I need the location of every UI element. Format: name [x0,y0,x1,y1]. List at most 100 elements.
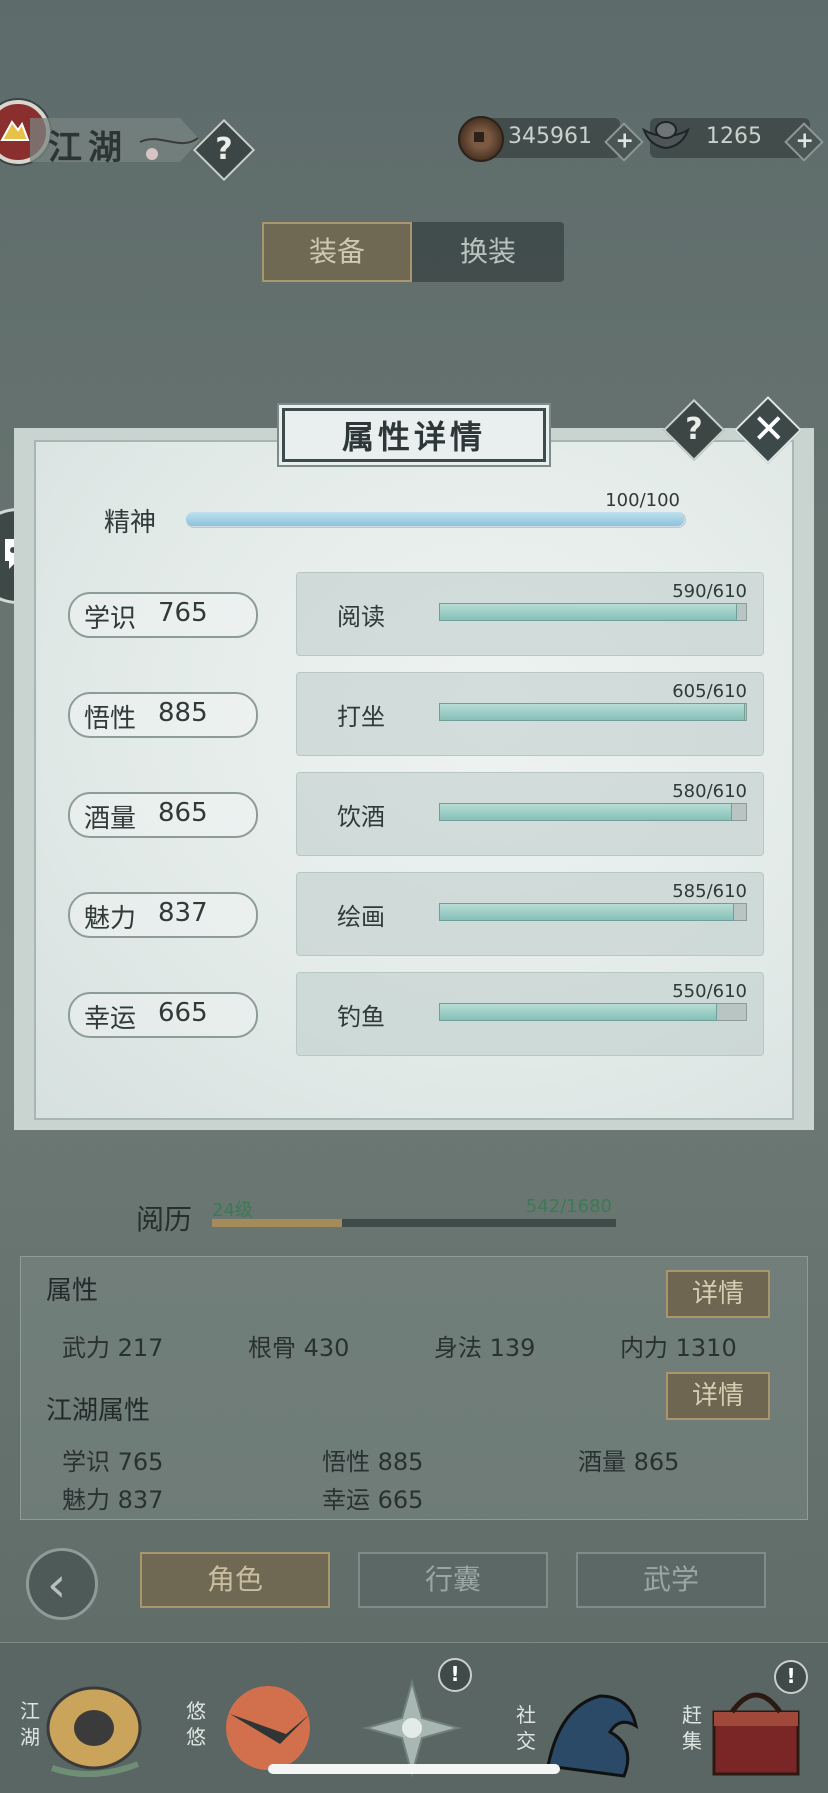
stat-value: 1310 [675,1334,737,1362]
plus-icon: + [795,128,814,154]
attribute-name: 酒量 [84,804,137,834]
experience-bar-fill [212,1219,342,1227]
stat-value: 665 [377,1486,424,1514]
plus-icon: + [615,128,634,154]
activity-bar-fill [439,603,737,621]
stat-label: 酒量 [578,1448,626,1476]
attribute-pill: 悟性 885 [68,692,258,738]
nav-market-label: 赶集 [682,1703,702,1753]
help-button[interactable]: ? [192,118,256,182]
activity-name: 绘画 [337,903,385,931]
activity-panel: 绘画 585/610 [296,872,764,956]
tab-bag[interactable]: 行囊 [358,1552,548,1608]
activity-name: 饮酒 [337,803,385,831]
home-indicator[interactable] [268,1764,560,1774]
activity-progress-text: 590/610 [672,581,747,602]
spirit-value: 100/100 [605,490,680,511]
stat-label: 身法 [434,1334,482,1362]
spirit-label: 精神 [104,508,157,538]
nav-social-label: 社交 [516,1703,536,1753]
attribute-value: 837 [158,898,208,928]
jianghu-stat-item: 幸运 665 [322,1480,423,1515]
question-icon: ? [215,132,233,167]
stat-label: 魅力 [62,1486,110,1514]
stat-label: 幸运 [322,1486,370,1514]
jianghu-stat-item: 学识 765 [62,1442,163,1477]
activity-bar-fill [439,1003,717,1021]
silver-ingot-icon [642,121,690,150]
stat-value: 430 [303,1334,350,1362]
stat-value: 865 [633,1448,680,1476]
nav-center-badge: ! [438,1658,472,1692]
activity-panel: 阅读 590/610 [296,572,764,656]
attribute-name: 学识 [84,604,137,634]
page-title: 江湖 [48,128,128,168]
attribute-pill: 学识 765 [68,592,258,638]
stat-value: 765 [117,1448,164,1476]
experience-value: 542/1680 [525,1196,612,1217]
attribute-value: 885 [158,698,208,728]
stat-value: 139 [489,1334,536,1362]
attribute-pill: 幸运 665 [68,992,258,1038]
nav-jianghu[interactable]: 江湖 [12,1652,152,1792]
activity-panel: 饮酒 580/610 [296,772,764,856]
silver-amount: 1265 [706,124,762,149]
attribute-name: 魅力 [84,904,137,934]
stat-item: 武力 217 [62,1328,163,1363]
activity-bar-fill [439,703,745,721]
copper-coin-icon [458,116,504,162]
stat-item: 身法 139 [434,1328,535,1363]
attribute-pill: 酒量 865 [68,792,258,838]
activity-progress-text: 580/610 [672,781,747,802]
stat-label: 内力 [620,1334,668,1362]
activity-name: 阅读 [337,603,385,631]
attribute-pill: 魅力 837 [68,892,258,938]
activity-name: 钓鱼 [337,1003,385,1031]
tab-role[interactable]: 角色 [140,1552,330,1608]
stat-label: 武力 [62,1334,110,1362]
activity-progress-text: 605/610 [672,681,747,702]
compass-star-icon [362,1678,462,1778]
back-button[interactable]: ‹ [26,1548,98,1620]
attribute-value: 765 [158,598,208,628]
question-icon: ? [685,412,703,447]
nav-market-badge: ! [774,1660,808,1694]
stat-value: 217 [117,1334,164,1362]
jianghu-stat-item: 悟性 885 [322,1442,423,1477]
activity-bar-fill [439,903,734,921]
attribute-name: 幸运 [84,1004,137,1034]
stat-value: 885 [377,1448,424,1476]
attribute-name: 悟性 [84,704,137,734]
close-icon: ✕ [751,406,786,453]
stat-item: 根骨 430 [248,1328,349,1363]
activity-progress-text: 550/610 [672,981,747,1002]
activity-bar-fill [439,803,732,821]
tab-equip[interactable]: 装备 [262,222,412,282]
stat-item: 内力 1310 [620,1328,737,1363]
copper-amount: 345961 [508,124,592,149]
tab-martial-arts[interactable]: 武学 [576,1552,766,1608]
attributes-section-title: 属性 [46,1276,99,1306]
activity-panel: 钓鱼 550/610 [296,972,764,1056]
jianghu-stat-item: 酒量 865 [578,1442,679,1477]
chevron-left-icon: ‹ [47,1557,67,1613]
experience-label: 阅历 [136,1203,193,1236]
attribute-value: 665 [158,998,208,1028]
nav-market[interactable]: 赶集 ! [676,1652,816,1792]
tab-change-outfit[interactable]: 换装 [412,222,564,282]
nav-youyou-label: 悠悠 [186,1699,206,1749]
mountain-icon [0,120,30,141]
stat-label: 学识 [62,1448,110,1476]
jianghu-detail-button[interactable]: 详情 [666,1372,770,1420]
jianghu-stat-item: 魅力 837 [62,1480,163,1515]
stat-value: 837 [117,1486,164,1514]
attributes-detail-button[interactable]: 详情 [666,1270,770,1318]
activity-panel: 打坐 605/610 [296,672,764,756]
attribute-value: 865 [158,798,208,828]
straw-hat-icon [46,1686,142,1778]
treasure-box-icon [712,1692,800,1776]
modal-title: 属性详情 [341,418,486,456]
jianghu-attributes-section-title: 江湖属性 [46,1396,151,1426]
activity-progress-text: 585/610 [672,881,747,902]
nav-jianghu-label: 江湖 [20,1699,40,1749]
